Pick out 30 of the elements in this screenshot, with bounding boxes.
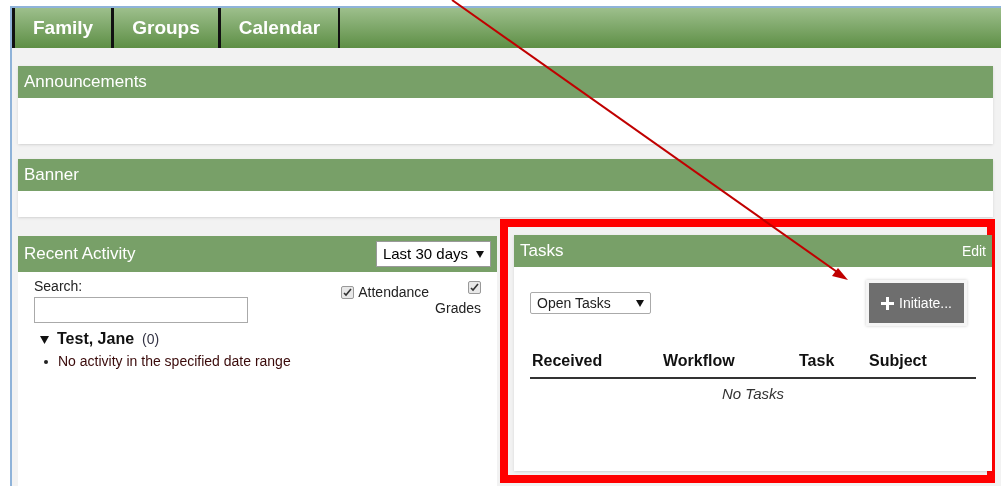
checkbox-label: Grades bbox=[435, 299, 481, 318]
dropdown-caret-icon bbox=[476, 250, 484, 258]
nav-tab[interactable]: Calendar bbox=[217, 8, 341, 48]
empty-message: No Tasks bbox=[722, 385, 784, 402]
search-field[interactable] bbox=[34, 297, 248, 323]
edit-link[interactable]: Edit bbox=[961, 240, 986, 262]
dropdown-caret-icon bbox=[636, 299, 644, 307]
date-range-dropdown[interactable]: Last 30 days bbox=[375, 241, 491, 267]
column-header: Received bbox=[531, 351, 604, 371]
person-name: Test, Jane bbox=[57, 329, 135, 349]
search-label: Search: bbox=[34, 277, 84, 296]
column-header: Task bbox=[798, 351, 836, 371]
nav-tab[interactable]: Family bbox=[12, 8, 112, 48]
panel-title: Announcements bbox=[24, 71, 147, 94]
activity-message: No activity in the specified date range bbox=[58, 352, 291, 371]
checkbox-label: Attendance bbox=[358, 283, 430, 302]
nav-tab[interactable]: Groups bbox=[111, 8, 218, 48]
bullet-icon bbox=[44, 359, 48, 364]
initiate-button[interactable]: Initiate... bbox=[869, 283, 964, 323]
checkbox[interactable] bbox=[468, 281, 481, 294]
column-header: Workflow bbox=[662, 351, 736, 371]
checkbox[interactable] bbox=[341, 286, 355, 299]
panel-title: Banner bbox=[24, 164, 79, 187]
expand-triangle-icon[interactable] bbox=[40, 334, 49, 344]
activity-count: (0) bbox=[142, 329, 160, 349]
panel-title: Recent Activity bbox=[24, 243, 136, 266]
task-filter-dropdown[interactable]: Open Tasks bbox=[530, 292, 651, 314]
panel-title: Tasks bbox=[520, 240, 564, 263]
column-header: Subject bbox=[868, 351, 928, 371]
plus-icon bbox=[881, 296, 895, 310]
